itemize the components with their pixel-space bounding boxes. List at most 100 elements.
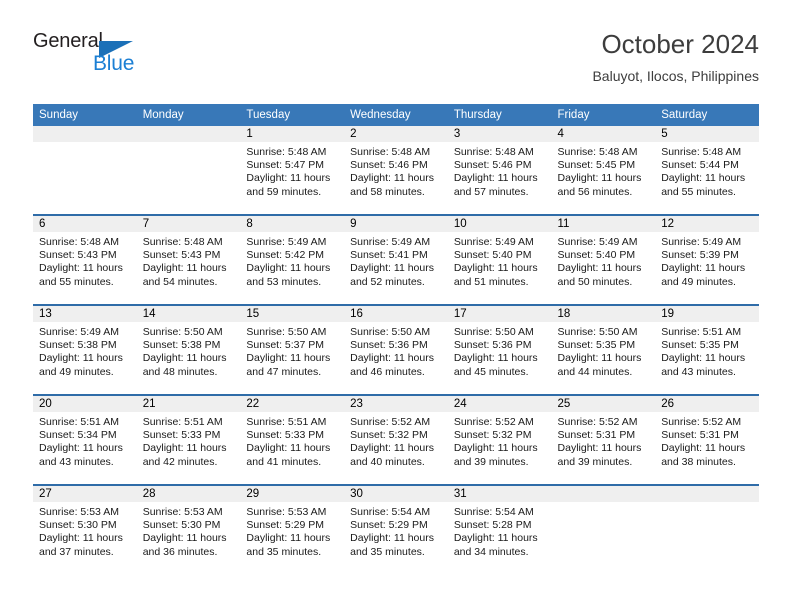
sunrise-text: Sunrise: 5:48 AM — [661, 146, 742, 158]
calendar-day-cell[interactable]: 28 Sunrise: 5:53 AM Sunset: 5:30 PM Dayligh… — [136, 484, 241, 574]
calendar-day-cell[interactable]: 9 Sunrise: 5:49 AM Sunset: 5:41 PM Daylight… — [344, 214, 448, 305]
day-number: 13 — [33, 306, 137, 322]
daylight-text-line1: Daylight: 11 hours — [557, 352, 642, 365]
logo-text-blue: Blue — [93, 52, 135, 75]
sunset-text: Sunset: 5:44 PM — [661, 159, 739, 172]
sunset-text: Sunset: 5:29 PM — [350, 519, 428, 532]
day-number: 3 — [447, 126, 552, 142]
sunrise-text: Sunrise: 5:50 AM — [350, 326, 431, 338]
calendar-week-row: 20 Sunrise: 5:51 AM Sunset: 5:34 PM Dayligh… — [33, 394, 759, 485]
day-details: Sunrise: 5:49 AM Sunset: 5:41 PM Daylight:… — [344, 232, 448, 289]
logo-text-general: General — [33, 30, 103, 52]
daylight-text-line1: Daylight: 11 hours — [350, 352, 434, 365]
calendar-day-cell[interactable]: 12 Sunrise: 5:49 AM Sunset: 5:39 PM Dayligh… — [655, 214, 759, 305]
daylight-text-line2: and 35 minutes. — [246, 545, 322, 558]
daylight-text-line2: and 37 minutes. — [39, 545, 114, 558]
calendar-day-cell[interactable]: 8 Sunrise: 5:49 AM Sunset: 5:42 PM Daylight… — [240, 214, 345, 305]
day-number — [655, 486, 759, 502]
day-number: 26 — [655, 396, 759, 412]
calendar-day-cell[interactable]: 22 Sunrise: 5:51 AM Sunset: 5:33 PM Dayligh… — [240, 394, 345, 485]
day-details: Sunrise: 5:48 AM Sunset: 5:47 PM Daylight:… — [240, 142, 344, 199]
day-number: 24 — [447, 396, 552, 412]
calendar-day-cell[interactable]: 2 Sunrise: 5:48 AM Sunset: 5:46 PM Daylight… — [344, 126, 448, 215]
day-details: Sunrise: 5:49 AM Sunset: 5:38 PM Daylight:… — [33, 322, 137, 379]
daylight-text-line2: and 43 minutes. — [661, 365, 736, 378]
day-details: Sunrise: 5:50 AM Sunset: 5:37 PM Daylight:… — [240, 322, 344, 379]
calendar-day-cell[interactable]: 4 Sunrise: 5:48 AM Sunset: 5:45 PM Daylight… — [551, 126, 656, 215]
calendar-day-cell[interactable]: 15 Sunrise: 5:50 AM Sunset: 5:37 PM Dayligh… — [240, 304, 345, 395]
general-blue-logo[interactable]: General Blue — [33, 30, 153, 82]
day-number — [33, 126, 137, 142]
day-number: 14 — [136, 306, 241, 322]
sunset-text: Sunset: 5:47 PM — [246, 159, 325, 172]
sunset-text: Sunset: 5:37 PM — [246, 339, 325, 352]
calendar-day-cell[interactable]: 10 Sunrise: 5:49 AM Sunset: 5:40 PM Dayligh… — [447, 214, 552, 305]
calendar-day-cell[interactable]: 31 Sunrise: 5:54 AM Sunset: 5:28 PM Dayligh… — [447, 484, 552, 574]
page-subtitle: Baluyot, Ilocos, Philippines — [592, 68, 759, 84]
sunset-text: Sunset: 5:38 PM — [142, 339, 221, 352]
day-details: Sunrise: 5:48 AM Sunset: 5:45 PM Daylight:… — [552, 142, 656, 199]
day-details: Sunrise: 5:48 AM Sunset: 5:43 PM Daylight:… — [33, 232, 137, 289]
calendar-day-cell[interactable]: 1 Sunrise: 5:48 AM Sunset: 5:47 PM Daylight… — [240, 126, 345, 215]
day-details: Sunrise: 5:48 AM Sunset: 5:46 PM Daylight:… — [344, 142, 448, 199]
calendar-day-cell[interactable]: 23 Sunrise: 5:52 AM Sunset: 5:32 PM Dayligh… — [344, 394, 448, 485]
daylight-text-line2: and 40 minutes. — [350, 455, 425, 468]
calendar-day-cell[interactable]: 30 Sunrise: 5:54 AM Sunset: 5:29 PM Dayligh… — [344, 484, 448, 574]
day-number: 9 — [344, 216, 448, 232]
day-details: Sunrise: 5:49 AM Sunset: 5:39 PM Daylight:… — [655, 232, 759, 289]
sunset-text: Sunset: 5:43 PM — [142, 249, 221, 262]
day-details: Sunrise: 5:50 AM Sunset: 5:36 PM Daylight:… — [344, 322, 448, 379]
daylight-text-line1: Daylight: 11 hours — [39, 352, 123, 365]
sunrise-text: Sunrise: 5:50 AM — [557, 326, 638, 338]
sunrise-text: Sunrise: 5:52 AM — [557, 416, 638, 428]
sunrise-text: Sunrise: 5:51 AM — [142, 416, 223, 428]
calendar-day-cell[interactable]: 25 Sunrise: 5:52 AM Sunset: 5:31 PM Dayligh… — [551, 394, 656, 485]
daylight-text-line1: Daylight: 11 hours — [453, 442, 538, 455]
calendar-day-cell[interactable]: 20 Sunrise: 5:51 AM Sunset: 5:34 PM Dayligh… — [33, 394, 137, 485]
weekday-header-thursday: Thursday — [447, 104, 552, 126]
daylight-text-line2: and 49 minutes. — [661, 275, 736, 288]
calendar-day-cell[interactable]: 27 Sunrise: 5:53 AM Sunset: 5:30 PM Dayligh… — [33, 484, 137, 574]
day-number: 1 — [240, 126, 345, 142]
daylight-text-line1: Daylight: 11 hours — [142, 352, 227, 365]
day-number: 18 — [551, 306, 656, 322]
calendar-day-cell[interactable]: 3 Sunrise: 5:48 AM Sunset: 5:46 PM Daylight… — [447, 126, 552, 215]
sunrise-text: Sunrise: 5:48 AM — [557, 146, 638, 158]
calendar-day-cell[interactable]: 21 Sunrise: 5:51 AM Sunset: 5:33 PM Dayligh… — [136, 394, 241, 485]
day-details: Sunrise: 5:49 AM Sunset: 5:42 PM Daylight:… — [240, 232, 344, 289]
daylight-text-line2: and 41 minutes. — [246, 455, 322, 468]
daylight-text-line2: and 48 minutes. — [142, 365, 218, 378]
weekday-header-monday: Monday — [136, 104, 241, 126]
daylight-text-line1: Daylight: 11 hours — [557, 262, 642, 275]
calendar-day-cell[interactable]: 17 Sunrise: 5:50 AM Sunset: 5:36 PM Dayligh… — [447, 304, 552, 395]
daylight-text-line1: Daylight: 11 hours — [661, 442, 746, 455]
sunset-text: Sunset: 5:40 PM — [557, 249, 636, 262]
calendar-day-cell[interactable]: 24 Sunrise: 5:52 AM Sunset: 5:32 PM Dayligh… — [447, 394, 552, 485]
calendar-week-row: 27 Sunrise: 5:53 AM Sunset: 5:30 PM Dayligh… — [33, 484, 759, 574]
sunset-text: Sunset: 5:38 PM — [39, 339, 117, 352]
day-number: 8 — [240, 216, 345, 232]
calendar-day-cell[interactable]: 16 Sunrise: 5:50 AM Sunset: 5:36 PM Dayligh… — [344, 304, 448, 395]
calendar-day-cell[interactable]: 18 Sunrise: 5:50 AM Sunset: 5:35 PM Dayligh… — [551, 304, 656, 395]
daylight-text-line2: and 47 minutes. — [246, 365, 322, 378]
calendar-day-cell[interactable]: 14 Sunrise: 5:50 AM Sunset: 5:38 PM Dayligh… — [136, 304, 241, 395]
calendar-day-cell[interactable]: 7 Sunrise: 5:48 AM Sunset: 5:43 PM Daylight… — [136, 214, 241, 305]
calendar-day-cell[interactable]: 19 Sunrise: 5:51 AM Sunset: 5:35 PM Dayligh… — [655, 304, 759, 395]
sunrise-text: Sunrise: 5:51 AM — [246, 416, 327, 428]
day-details: Sunrise: 5:50 AM Sunset: 5:35 PM Daylight:… — [552, 322, 656, 379]
day-number: 5 — [655, 126, 759, 142]
calendar-day-cell[interactable]: 26 Sunrise: 5:52 AM Sunset: 5:31 PM Dayligh… — [655, 394, 759, 485]
calendar-day-cell[interactable]: 6 Sunrise: 5:48 AM Sunset: 5:43 PM Daylight… — [33, 214, 137, 305]
calendar-day-cell[interactable]: 5 Sunrise: 5:48 AM Sunset: 5:44 PM Daylight… — [655, 126, 759, 215]
sunrise-text: Sunrise: 5:49 AM — [246, 236, 327, 248]
sunrise-text: Sunrise: 5:48 AM — [246, 146, 327, 158]
calendar-day-cell[interactable]: 29 Sunrise: 5:53 AM Sunset: 5:29 PM Dayligh… — [240, 484, 345, 574]
day-details: Sunrise: 5:49 AM Sunset: 5:40 PM Daylight:… — [448, 232, 552, 289]
sunrise-text: Sunrise: 5:51 AM — [661, 326, 742, 338]
calendar-day-cell[interactable]: 11 Sunrise: 5:49 AM Sunset: 5:40 PM Dayligh… — [551, 214, 656, 305]
calendar-day-cell[interactable]: 13 Sunrise: 5:49 AM Sunset: 5:38 PM Dayligh… — [33, 304, 137, 395]
calendar-body: 1 Sunrise: 5:48 AM Sunset: 5:47 PM Daylight… — [33, 126, 759, 574]
daylight-text-line2: and 38 minutes. — [661, 455, 736, 468]
page-header: General Blue October 2024 Baluyot, Iloco… — [33, 29, 759, 92]
daylight-text-line2: and 58 minutes. — [350, 185, 425, 198]
